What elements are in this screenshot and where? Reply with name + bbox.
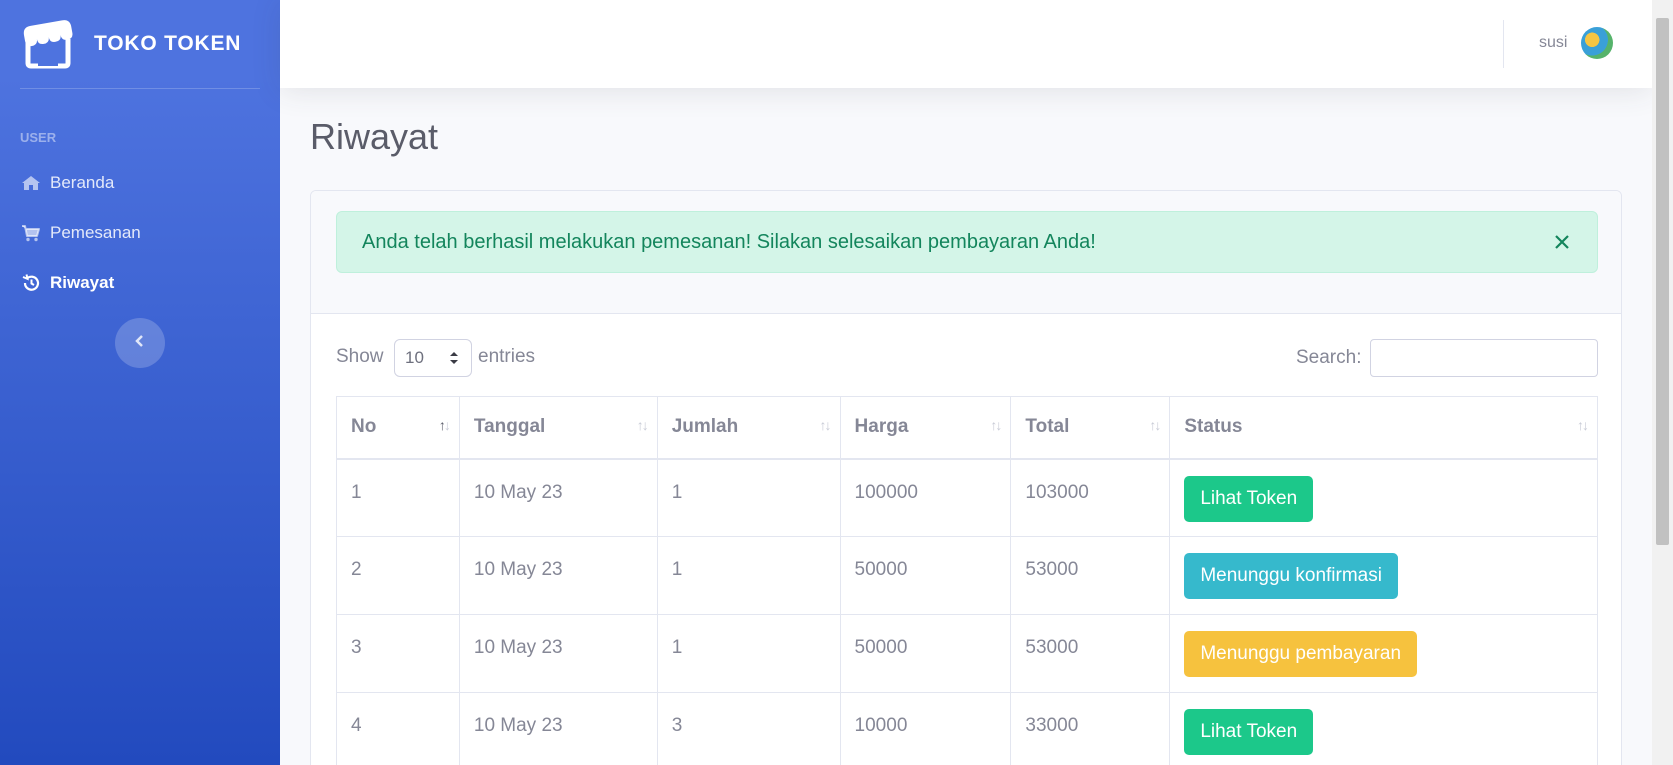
success-alert: Anda telah berhasil melakukan pemesanan!…	[336, 211, 1598, 273]
history-table: No ↑↓ Tanggal ↑↓ Jumlah ↑↓ Harga ↑↓ Total ↑↓ …	[336, 396, 1598, 765]
cell-no: 3	[336, 614, 460, 693]
cell-no: 4	[336, 692, 460, 765]
close-icon[interactable]	[1549, 229, 1575, 255]
table-header-row: No ↑↓ Tanggal ↑↓ Jumlah ↑↓ Harga ↑↓ Total ↑↓ …	[336, 396, 1598, 460]
cell-status: Menunggu pembayaran	[1169, 614, 1598, 693]
sidebar-item-label: Pemesanan	[50, 223, 141, 242]
table-row: 3 10 May 23 1 50000 53000 Menunggu pemba…	[336, 614, 1598, 693]
history-icon	[20, 274, 42, 292]
column-header-tanggal[interactable]: Tanggal ↑↓	[458, 396, 658, 460]
column-header-total[interactable]: Total ↑↓	[1010, 396, 1171, 460]
sidebar-divider	[20, 88, 260, 89]
column-header-jumlah[interactable]: Jumlah ↑↓	[656, 396, 841, 460]
avatar-icon[interactable]	[1581, 27, 1613, 59]
cell-status: Lihat Token	[1169, 458, 1598, 537]
column-header-status[interactable]: Status ↑↓	[1169, 396, 1598, 460]
sidebar-item-riwayat[interactable]: Riwayat	[20, 273, 114, 293]
store-icon	[22, 19, 74, 69]
column-header-no[interactable]: No ↑↓	[336, 396, 460, 460]
search-input[interactable]	[1370, 339, 1598, 377]
column-header-harga[interactable]: Harga ↑↓	[839, 396, 1012, 460]
cell-tanggal: 10 May 23	[458, 536, 658, 615]
cell-status: Menunggu konfirmasi	[1169, 536, 1598, 615]
entries-value: 10	[405, 348, 424, 367]
page-title: Riwayat	[310, 116, 439, 157]
column-label: Total	[1025, 416, 1070, 438]
lihat-token-button[interactable]: Lihat Token	[1184, 475, 1314, 522]
sidebar-heading: USER	[20, 130, 57, 145]
column-label: Harga	[854, 416, 909, 438]
cell-harga: 50000	[839, 614, 1012, 693]
cell-jumlah: 1	[656, 614, 841, 693]
table-row: 2 10 May 23 1 50000 53000 Menunggu konfi…	[336, 536, 1598, 615]
brand[interactable]: TOKO TOKEN	[22, 18, 241, 70]
entries-label: entries	[478, 346, 536, 367]
cell-total: 33000	[1010, 692, 1171, 765]
sidebar: TOKO TOKEN USER Beranda Pemesanan Riwaya…	[0, 0, 280, 765]
cell-harga: 50000	[839, 536, 1012, 615]
cell-no: 1	[336, 458, 460, 537]
column-label: No	[351, 416, 377, 438]
cell-tanggal: 10 May 23	[458, 614, 658, 693]
cell-total: 103000	[1010, 458, 1171, 537]
search-label: Search:	[1296, 347, 1362, 368]
chevron-left-icon	[134, 334, 146, 353]
sidebar-item-beranda[interactable]: Beranda	[20, 173, 114, 193]
table-row: 4 10 May 23 3 10000 33000 Lihat Token	[336, 692, 1598, 765]
user-name[interactable]: susi	[1539, 34, 1567, 52]
brand-name: TOKO TOKEN	[94, 32, 242, 55]
page-scrollbar[interactable]	[1652, 0, 1673, 765]
cell-tanggal: 10 May 23	[458, 692, 658, 765]
cell-harga: 100000	[839, 458, 1012, 537]
cell-jumlah: 3	[656, 692, 841, 765]
sidebar-toggle-button[interactable]	[115, 318, 165, 368]
scrollbar-thumb[interactable]	[1656, 18, 1669, 545]
card-header: Anda telah berhasil melakukan pemesanan!…	[311, 191, 1621, 314]
show-label: Show	[336, 346, 384, 367]
sidebar-item-label: Beranda	[50, 173, 115, 192]
topbar-divider	[1503, 20, 1504, 68]
sort-icon: ↑↓	[1577, 417, 1589, 433]
cell-jumlah: 1	[656, 458, 841, 537]
sort-icon: ↑↓	[1149, 417, 1161, 433]
sort-icon: ↑↓	[438, 417, 451, 433]
topbar: susi	[280, 0, 1652, 88]
column-label: Tanggal	[473, 416, 546, 438]
column-label: Jumlah	[671, 416, 739, 438]
cell-harga: 10000	[839, 692, 1012, 765]
column-label: Status	[1184, 416, 1243, 438]
select-arrows-icon	[449, 350, 459, 371]
cell-jumlah: 1	[656, 536, 841, 615]
waiting-payment-button[interactable]: Menunggu pembayaran	[1184, 631, 1418, 677]
sort-icon: ↑↓	[990, 417, 1002, 433]
waiting-confirmation-button[interactable]: Menunggu konfirmasi	[1184, 553, 1398, 599]
sidebar-item-pemesanan[interactable]: Pemesanan	[20, 223, 141, 243]
cell-tanggal: 10 May 23	[458, 458, 658, 537]
shopping-cart-icon	[20, 224, 42, 242]
cell-status: Lihat Token	[1169, 692, 1598, 765]
cell-total: 53000	[1010, 536, 1171, 615]
sort-icon: ↑↓	[819, 417, 832, 433]
entries-select[interactable]: 10	[394, 339, 472, 377]
cell-no: 2	[336, 536, 460, 615]
lihat-token-button[interactable]: Lihat Token	[1184, 709, 1314, 755]
alert-message: Anda telah berhasil melakukan pemesanan!…	[362, 230, 1096, 253]
cell-total: 53000	[1010, 614, 1171, 693]
table-row: 1 10 May 23 1 100000 103000 Lihat Token	[336, 458, 1598, 537]
sort-icon: ↑↓	[636, 417, 649, 433]
home-icon	[20, 174, 42, 192]
history-card: Anda telah berhasil melakukan pemesanan!…	[310, 190, 1622, 765]
sidebar-item-label: Riwayat	[50, 273, 115, 292]
